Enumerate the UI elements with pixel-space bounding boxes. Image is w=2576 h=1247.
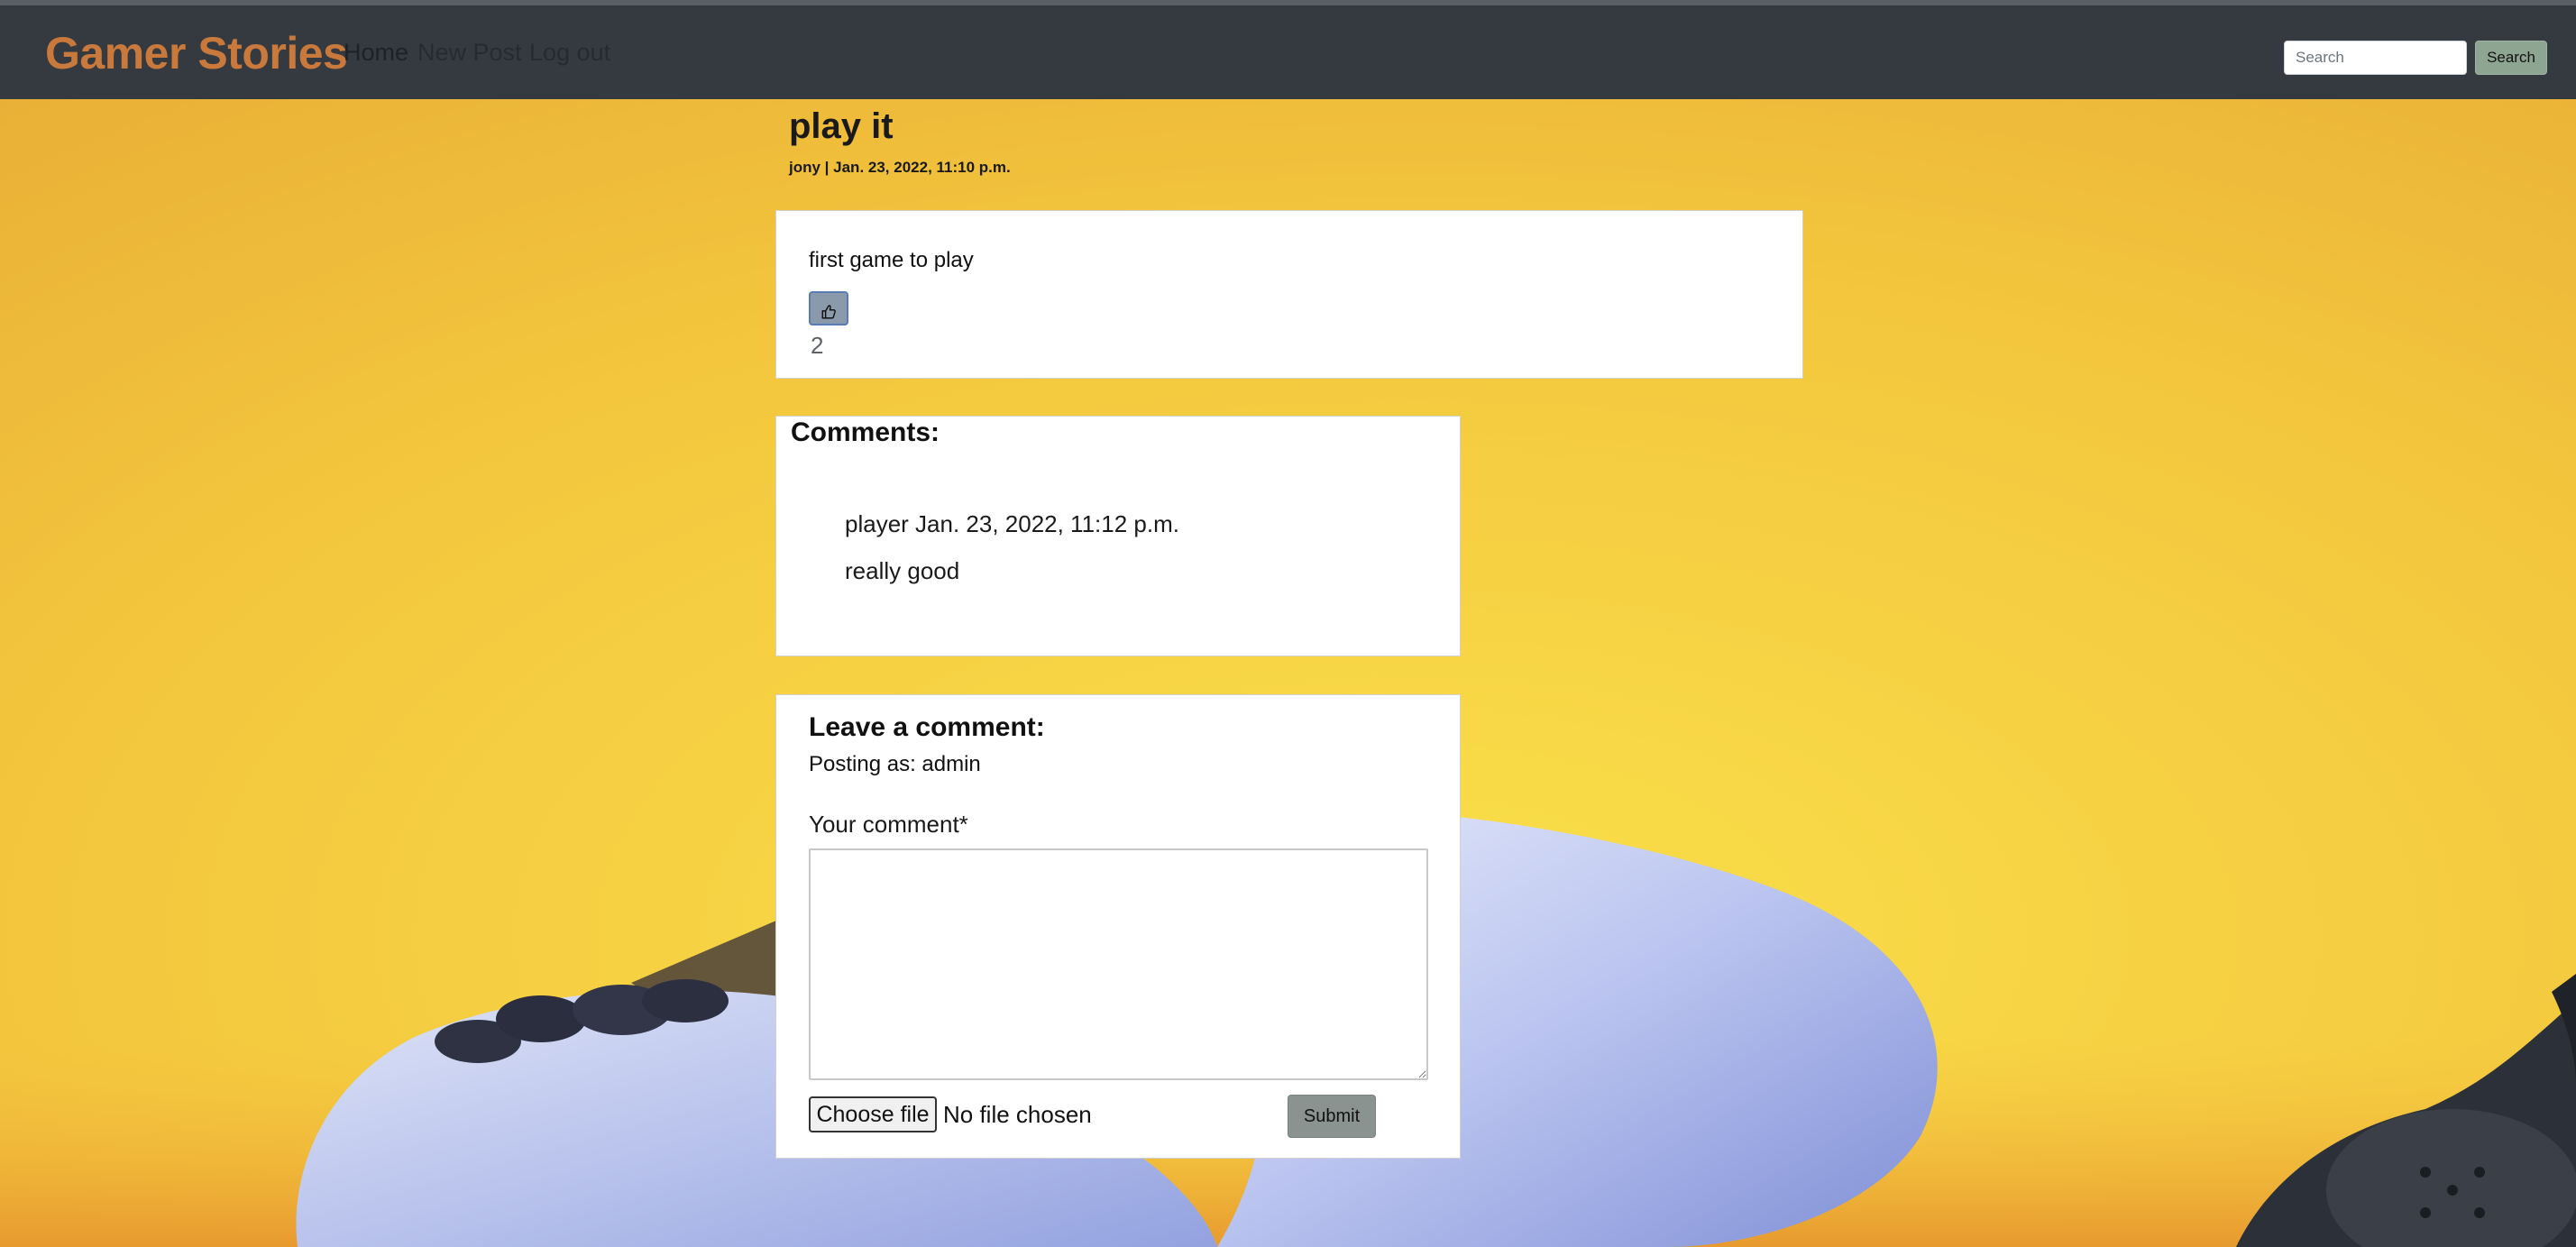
comment-author-date: player Jan. 23, 2022, 11:12 p.m. bbox=[845, 510, 1179, 537]
comments-heading: Comments: bbox=[791, 417, 940, 447]
comment-form-card: Leave a comment: Posting as: admin Your … bbox=[775, 694, 1461, 1159]
post-title: play it bbox=[789, 106, 894, 146]
navbar: Gamer Stories Home New Post Log out Sear… bbox=[0, 0, 2576, 99]
comment-form-heading: Leave a comment: bbox=[809, 712, 1045, 742]
search-input[interactable] bbox=[2284, 41, 2467, 75]
search-button[interactable]: Search bbox=[2475, 41, 2547, 75]
comments-card: Comments: player Jan. 23, 2022, 11:12 p.… bbox=[775, 416, 1461, 656]
nav-log-out[interactable]: Log out bbox=[529, 39, 610, 67]
comment-textarea[interactable] bbox=[809, 848, 1428, 1080]
post-card: first game to play 2 bbox=[775, 210, 1803, 379]
post-meta: jony | Jan. 23, 2022, 11:10 p.m. bbox=[789, 159, 1011, 176]
post-content: first game to play bbox=[809, 248, 974, 272]
nav-home[interactable]: Home bbox=[344, 39, 408, 67]
file-status-text: No file chosen bbox=[943, 1101, 1092, 1128]
comment-field-label: Your comment* bbox=[809, 811, 968, 838]
like-button[interactable] bbox=[809, 291, 848, 326]
posting-as-label: Posting as: admin bbox=[809, 752, 981, 776]
like-count: 2 bbox=[811, 332, 824, 359]
nav-new-post[interactable]: New Post bbox=[417, 39, 522, 67]
comment-body: really good bbox=[845, 557, 960, 584]
thumbs-up-icon bbox=[821, 305, 836, 319]
choose-file-button[interactable]: Choose file bbox=[809, 1096, 937, 1132]
submit-button[interactable]: Submit bbox=[1288, 1095, 1376, 1138]
brand-logo[interactable]: Gamer Stories bbox=[45, 27, 348, 79]
